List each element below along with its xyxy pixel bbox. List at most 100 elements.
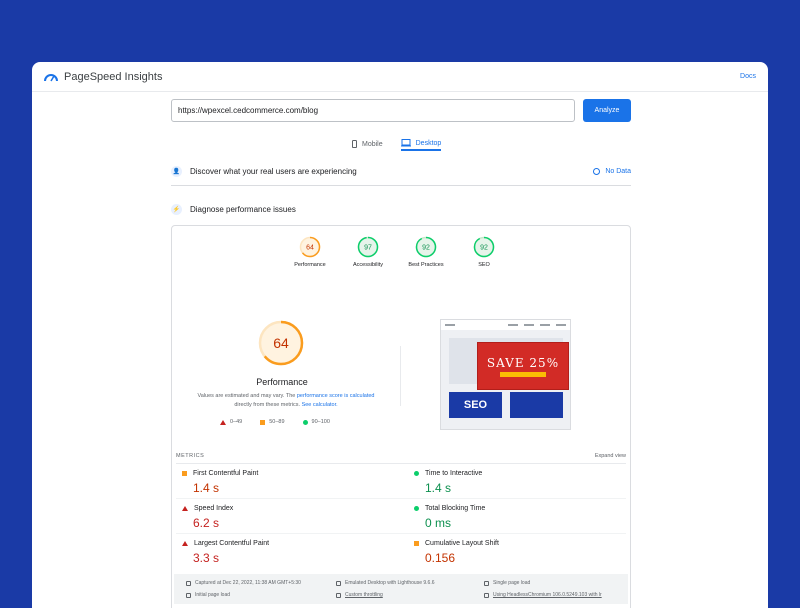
captured-info: Captured at Dec 22, 2022, 11:38 AM GMT+5… (186, 580, 301, 586)
browser-icon (484, 592, 489, 598)
gauge-best-practices-ring: 92 (415, 236, 437, 258)
performance-score-link[interactable]: performance score is calculated (297, 393, 375, 399)
browser-info[interactable]: Using HeadlessChromium 106.0.5249.103 wi… (484, 592, 602, 598)
gauge-seo-score: 92 (480, 245, 488, 252)
tab-desktop[interactable]: Desktop (400, 137, 442, 151)
metric-lcp: Largest Contentful Paint 3.3 s (182, 540, 382, 565)
metric-fcp-value: 1.4 s (193, 481, 220, 495)
metric-tbt: Total Blocking Time 0 ms (414, 505, 614, 530)
load-icon (484, 580, 489, 586)
performance-title: Performance (256, 377, 308, 387)
gauge-best-practices[interactable]: 92 Best Practices (406, 236, 446, 268)
metric-cls: Cumulative Layout Shift 0.156 (414, 540, 614, 565)
emulated-text: Emulated Desktop with Lighthouse 9.6.6 (345, 580, 435, 586)
nav-dash (524, 324, 534, 326)
users-icon: 👤 (171, 166, 182, 177)
device-tabs: Mobile Desktop (352, 137, 442, 151)
legend-average-label: 50–89 (269, 419, 285, 425)
timer-icon (186, 592, 191, 598)
single-load-info: Single page load (484, 580, 530, 586)
triangle-icon (182, 541, 188, 546)
metric-cls-value: 0.156 (425, 551, 456, 565)
metric-tti: Time to Interactive 1.4 s (414, 470, 614, 495)
report-card: 64 Performance 97 Accessibility 92 Best (171, 225, 631, 608)
gauge-performance-score: 64 (306, 245, 314, 252)
nav-dash (445, 324, 455, 326)
brand-name: PageSpeed Insights (64, 70, 163, 83)
tab-mobile-label: Mobile (362, 140, 383, 148)
legend-pass-label: 90–100 (311, 419, 330, 425)
legend-fail-label: 0–49 (230, 419, 243, 425)
sale-banner: SAVE 25% (477, 342, 569, 390)
sale-banner-strip (500, 371, 546, 377)
single-load-text: Single page load (493, 580, 531, 586)
performance-big-gauge: 64 (258, 320, 304, 366)
score-disclaimer: Values are estimated and may vary. The p… (186, 392, 386, 410)
legend-average: 50–89 (260, 419, 285, 425)
gauge-performance[interactable]: 64 Performance (290, 236, 330, 268)
captured-text: Captured at Dec 22, 2022, 11:38 AM GMT+5… (195, 580, 301, 586)
score-legend: 0–49 50–89 90–100 (220, 419, 330, 425)
run-info-footer: Captured at Dec 22, 2022, 11:38 AM GMT+5… (174, 574, 628, 604)
section-divider (171, 185, 631, 186)
expand-view-toggle[interactable]: Expand view (595, 453, 626, 459)
nav-dash (556, 324, 566, 326)
mobile-icon (352, 140, 357, 148)
docs-link[interactable]: Docs (740, 73, 756, 80)
gauge-seo-label: SEO (478, 262, 490, 268)
emulated-info: Emulated Desktop with Lighthouse 9.6.6 (336, 580, 435, 586)
gauge-accessibility[interactable]: 97 Accessibility (348, 236, 388, 268)
info-icon (593, 168, 601, 175)
real-users-section[interactable]: 👤 Discover what your real users are expe… (171, 166, 631, 177)
tab-desktop-label: Desktop (415, 139, 442, 147)
screenshot-blocks: SEO (449, 392, 563, 418)
gauge-seo[interactable]: 92 SEO (464, 236, 504, 268)
see-calculator-link[interactable]: See calculator. (302, 402, 338, 408)
tab-mobile[interactable]: Mobile (352, 137, 383, 151)
circle-icon (414, 471, 419, 476)
metric-si-value: 6.2 s (193, 516, 220, 530)
screenshot-block-seo: SEO (449, 392, 502, 418)
gauge-best-practices-score: 92 (422, 245, 430, 252)
analyze-button[interactable]: Analyze (583, 99, 631, 122)
legend-fail: 0–49 (220, 419, 242, 425)
square-icon (182, 471, 187, 476)
legend-pass: 90–100 (302, 419, 330, 425)
sale-banner-text: SAVE 25% (486, 355, 560, 370)
circle-icon (302, 419, 308, 425)
initial-load-text: Initial page load (195, 592, 231, 598)
url-row: Analyze (171, 99, 631, 122)
square-icon (414, 541, 419, 546)
metrics-heading: METRICS (176, 453, 205, 459)
desktop-icon (400, 139, 411, 147)
square-icon (260, 419, 266, 425)
diagnose-heading: Diagnose performance issues (190, 205, 296, 214)
gauge-performance-label: Performance (294, 262, 326, 268)
logo[interactable]: PageSpeed Insights (44, 71, 162, 83)
gauge-accessibility-ring: 97 (357, 236, 379, 258)
triangle-icon (182, 506, 188, 511)
calendar-icon (186, 580, 191, 586)
circle-icon (414, 506, 419, 511)
pagespeed-logo-icon (44, 73, 58, 81)
browser-text: Using HeadlessChromium 106.0.5249.103 wi… (493, 592, 602, 598)
metric-si: Speed Index 6.2 s (182, 505, 382, 530)
app-window: PageSpeed Insights Docs Analyze Mobile D… (32, 62, 768, 608)
performance-big-score: 64 (273, 335, 289, 351)
gauge-best-practices-label: Best Practices (408, 262, 444, 268)
metric-si-name: Speed Index (194, 505, 234, 512)
gauge-accessibility-score: 97 (364, 245, 372, 252)
metric-row-divider (176, 533, 626, 534)
throttling-info[interactable]: Custom throttling (336, 592, 383, 598)
metrics-header: METRICS Expand view (176, 453, 626, 459)
no-data-label: No Data (605, 168, 631, 175)
metric-tti-name: Time to Interactive (425, 470, 483, 477)
triangle-icon (220, 419, 226, 425)
nav-dash (540, 324, 550, 326)
wifi-icon (336, 592, 341, 598)
top-bar: PageSpeed Insights Docs (32, 62, 768, 92)
metric-lcp-name: Largest Contentful Paint (194, 540, 270, 547)
nav-dash (508, 324, 518, 326)
vertical-separator (400, 346, 401, 406)
url-input[interactable] (171, 99, 575, 122)
